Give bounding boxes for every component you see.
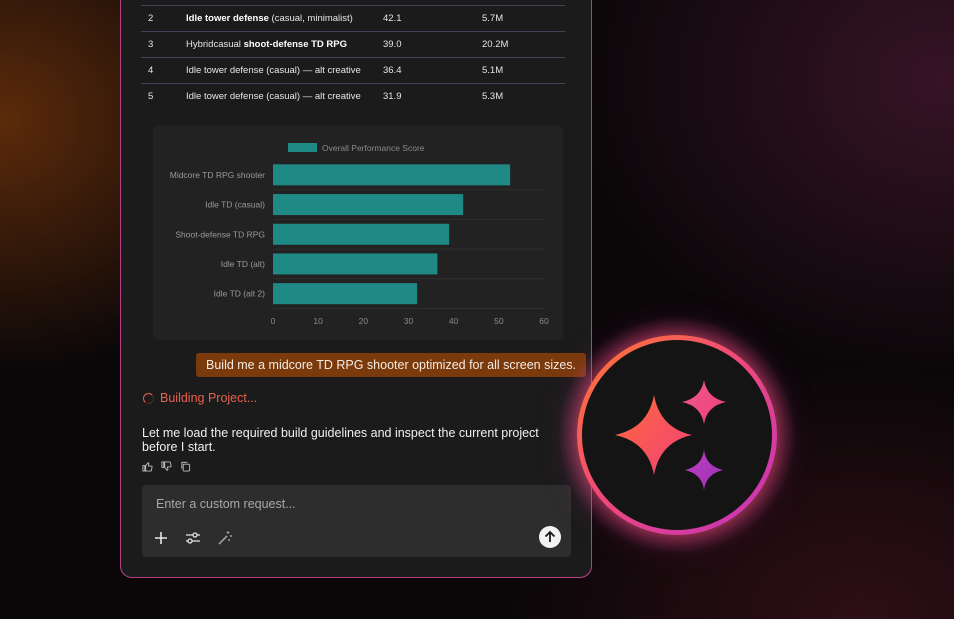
request-input[interactable] bbox=[154, 494, 538, 514]
bar bbox=[273, 164, 511, 186]
score-cell: 39.0 bbox=[383, 39, 402, 50]
results-table: 2 Idle tower defense (casual, minimalist)… bbox=[141, 5, 565, 110]
bar bbox=[273, 253, 438, 275]
score-cell: 31.9 bbox=[383, 91, 402, 103]
x-tick-label: 60 bbox=[539, 316, 549, 326]
category-label: Idle TD (alt) bbox=[221, 259, 265, 269]
x-tick-label: 20 bbox=[359, 316, 369, 326]
category-label: Midcore TD RPG shooter bbox=[170, 170, 265, 180]
plus-icon bbox=[155, 532, 167, 544]
rank-cell: 5 bbox=[148, 91, 154, 103]
name-prefix: Idle tower defense (casual) — alt creati… bbox=[186, 65, 361, 76]
bar bbox=[273, 194, 464, 216]
x-tick-label: 50 bbox=[494, 316, 504, 326]
legend-label: Overall Performance Score bbox=[322, 143, 425, 153]
thumbs-down-icon[interactable] bbox=[161, 459, 172, 471]
add-button[interactable] bbox=[152, 529, 170, 547]
name-suffix: (casual, minimalist) bbox=[268, 13, 353, 24]
user-message-bubble: Build me a midcore TD RPG shooter optimi… bbox=[196, 353, 587, 377]
table-row: 2 Idle tower defense (casual, minimalist)… bbox=[141, 5, 565, 32]
x-tick-label: 30 bbox=[404, 316, 414, 326]
magic-wand-icon bbox=[218, 531, 232, 545]
volume-cell: 20.2M bbox=[482, 39, 509, 50]
rank-cell: 4 bbox=[148, 65, 154, 76]
name-cell: Idle tower defense (casual, minimalist) bbox=[182, 6, 376, 32]
table-row: 5 Idle tower defense (casual) — alt creat… bbox=[141, 83, 565, 110]
message-actions bbox=[142, 459, 191, 472]
name-cell: Hybridcasual shoot-defense TD RPG bbox=[182, 32, 376, 58]
name-cell: Idle tower defense (casual) — alt creati… bbox=[182, 58, 376, 84]
ai-sparkle-badge bbox=[577, 335, 777, 535]
build-status: Building Project... bbox=[143, 391, 257, 405]
x-tick-label: 0 bbox=[271, 316, 276, 326]
copy-icon[interactable] bbox=[180, 459, 191, 472]
rank-cell: 2 bbox=[148, 13, 154, 24]
sliders-icon bbox=[186, 532, 200, 544]
send-arrow-icon bbox=[544, 530, 556, 542]
bar-chart-svg: Overall Performance Score Midcore TD RPG … bbox=[170, 143, 549, 326]
performance-chart: Overall Performance Score Midcore TD RPG … bbox=[153, 125, 563, 340]
volume-cell: 5.1M bbox=[482, 65, 504, 76]
volume-cell: 5.7M bbox=[482, 13, 504, 24]
thumbs-up-icon[interactable] bbox=[142, 459, 153, 472]
name-bold: Idle tower defense bbox=[186, 13, 269, 24]
score-cell: 42.1 bbox=[383, 13, 402, 24]
table-row: 4 Idle tower defense (casual) — alt creat… bbox=[141, 57, 565, 84]
volume-cell: 5.3M bbox=[482, 91, 504, 103]
loading-spinner-icon bbox=[143, 392, 154, 404]
assistant-message: Let me load the required build guideline… bbox=[142, 426, 539, 454]
category-label: Idle TD (alt 2) bbox=[214, 289, 266, 299]
legend-swatch bbox=[288, 143, 317, 152]
composer bbox=[142, 485, 571, 557]
bar bbox=[273, 283, 418, 305]
build-status-text: Building Project... bbox=[160, 391, 258, 405]
name-prefix: Idle tower defense (casual) — alt creati… bbox=[186, 91, 361, 103]
category-label: Shoot-defense TD RPG bbox=[175, 229, 265, 239]
rank-cell: 3 bbox=[148, 39, 154, 50]
bar bbox=[273, 223, 450, 245]
table-row: 3 Hybridcasual shoot-defense TD RPG 39.0 20… bbox=[141, 31, 565, 58]
x-tick-label: 40 bbox=[449, 316, 459, 326]
score-cell: 36.4 bbox=[383, 65, 402, 76]
sparkle-icon bbox=[615, 380, 726, 490]
x-tick-label: 10 bbox=[313, 316, 323, 326]
settings-button[interactable] bbox=[184, 529, 202, 547]
name-cell: Idle tower defense (casual) — alt creati… bbox=[182, 84, 376, 110]
name-prefix: Hybridcasual bbox=[186, 39, 244, 50]
send-button[interactable] bbox=[539, 526, 561, 548]
category-label: Idle TD (casual) bbox=[205, 200, 265, 210]
magic-button[interactable] bbox=[216, 529, 234, 547]
name-bold: shoot-defense TD RPG bbox=[243, 39, 348, 50]
